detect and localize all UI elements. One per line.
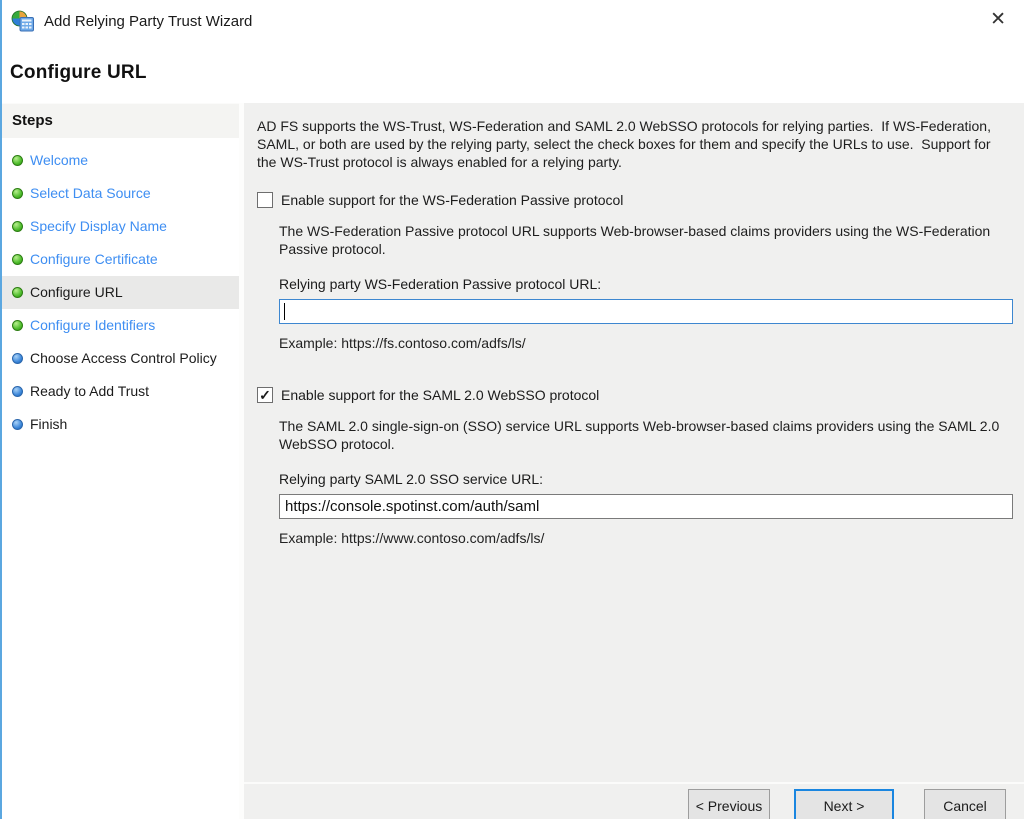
sidebar-item-finish: Finish [2,408,239,441]
wsfed-checkbox-label[interactable]: Enable support for the WS-Federation Pas… [281,191,623,209]
steps-sidebar: Steps Welcome Select Data Source Specify… [2,103,239,819]
saml-example-text: Example: https://www.contoso.com/adfs/ls… [279,529,1013,547]
saml-checkbox-label[interactable]: Enable support for the SAML 2.0 WebSSO p… [281,386,599,404]
sidebar-item-configure-url: Configure URL [2,276,239,309]
steps-list: Welcome Select Data Source Specify Displ… [2,144,239,441]
saml-checkbox[interactable] [257,387,273,403]
sidebar-item-ready-to-add-trust: Ready to Add Trust [2,375,239,408]
button-bar: < Previous Next > Cancel [244,782,1024,819]
title-bar: Add Relying Party Trust Wizard ✕ [2,0,1024,42]
wsfed-description: The WS-Federation Passive protocol URL s… [279,222,1013,258]
step-status-dot-icon [12,188,23,199]
wizard-window: Add Relying Party Trust Wizard ✕ Configu… [0,0,1024,819]
sidebar-item-configure-identifiers[interactable]: Configure Identifiers [2,309,239,342]
intro-text: AD FS supports the WS-Trust, WS-Federati… [257,117,1013,171]
step-status-dot-icon [12,419,23,430]
saml-description: The SAML 2.0 single-sign-on (SSO) servic… [279,417,1013,453]
wsfed-checkbox[interactable] [257,192,273,208]
wsfed-url-input-wrap [279,299,1013,324]
wsfed-example-text: Example: https://fs.contoso.com/adfs/ls/ [279,334,1013,352]
wizard-content: AD FS supports the WS-Trust, WS-Federati… [244,103,1024,782]
text-caret [284,303,285,320]
saml-url-label: Relying party SAML 2.0 SSO service URL: [279,470,1013,488]
wsfed-url-label: Relying party WS-Federation Passive prot… [279,275,1013,293]
window-title: Add Relying Party Trust Wizard [44,13,252,30]
step-status-dot-icon [12,386,23,397]
wsfed-checkbox-row: Enable support for the WS-Federation Pas… [257,191,1013,209]
step-status-dot-icon [12,353,23,364]
steps-heading: Steps [2,104,239,139]
saml-url-input[interactable] [279,494,1013,519]
adfs-trust-wizard-icon [10,9,36,33]
wsfed-url-input[interactable] [279,299,1013,324]
step-status-dot-icon [12,221,23,232]
saml-checkbox-row: Enable support for the SAML 2.0 WebSSO p… [257,386,1013,404]
step-status-dot-icon [12,320,23,331]
sidebar-item-select-data-source[interactable]: Select Data Source [2,177,239,210]
previous-button[interactable]: < Previous [688,789,770,819]
cancel-button[interactable]: Cancel [924,789,1006,819]
saml-url-input-wrap [279,494,1013,519]
next-button[interactable]: Next > [794,789,894,819]
step-status-dot-icon [12,287,23,298]
step-status-dot-icon [12,254,23,265]
sidebar-item-configure-certificate[interactable]: Configure Certificate [2,243,239,276]
sidebar-item-welcome[interactable]: Welcome [2,144,239,177]
sidebar-item-specify-display-name[interactable]: Specify Display Name [2,210,239,243]
heading-row: Configure URL [2,42,1024,103]
close-icon[interactable]: ✕ [986,8,1010,32]
sidebar-item-choose-access-control-policy: Choose Access Control Policy [2,342,239,375]
page-title: Configure URL [2,42,1024,84]
step-status-dot-icon [12,155,23,166]
